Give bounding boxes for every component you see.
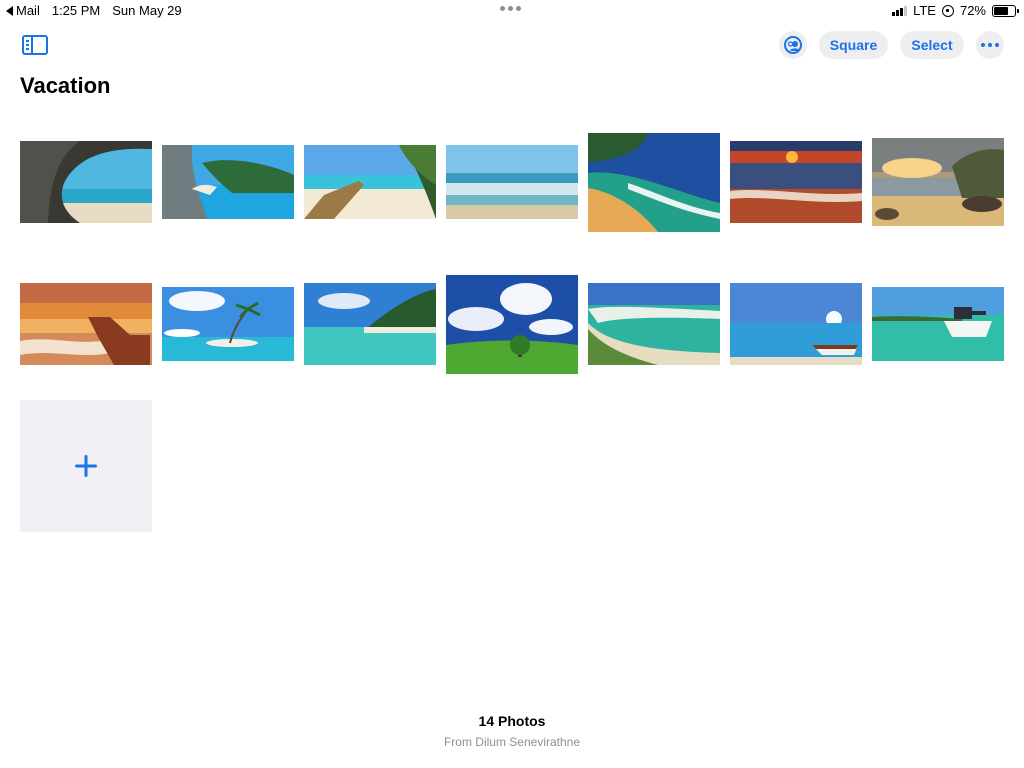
status-bar: Mail 1:25 PM Sun May 29 LTE 72% (0, 0, 1024, 20)
status-right: LTE 72% (892, 3, 1019, 18)
select-button[interactable]: Select (900, 31, 964, 59)
wooden-pier-palms-thumbnail[interactable] (304, 145, 436, 219)
photo-cell[interactable] (872, 270, 1004, 378)
back-arrow-icon (6, 5, 13, 16)
more-button[interactable] (976, 31, 1004, 59)
album-title: Vacation (20, 73, 111, 98)
battery-percent: 72% (959, 3, 986, 18)
sea-cave-beach-thumbnail[interactable] (20, 141, 152, 223)
navagio-shipwreck-cove-thumbnail[interactable] (162, 145, 294, 219)
photo-cell[interactable] (446, 270, 578, 378)
tropical-lagoon-palms-thumbnail[interactable] (304, 283, 436, 365)
add-photos-button[interactable] (20, 400, 152, 532)
green-field-tree-clouds-thumbnail[interactable] (446, 274, 578, 374)
battery-icon (992, 4, 1019, 17)
status-date: Sun May 29 (112, 3, 182, 18)
square-toggle-button[interactable]: Square (819, 31, 888, 59)
curved-white-beach-thumbnail[interactable] (588, 283, 720, 365)
status-left: Mail 1:25 PM Sun May 29 (6, 3, 182, 18)
photo-cell[interactable] (304, 270, 436, 378)
rowboat-blue-sea-thumbnail[interactable] (730, 283, 862, 365)
photo-cell[interactable] (872, 128, 1004, 236)
orange-sunset-rocks-thumbnail[interactable] (20, 283, 152, 365)
shared-album-person-icon (784, 36, 802, 54)
motorboat-clear-water-thumbnail[interactable] (872, 287, 1004, 361)
back-to-mail[interactable]: Mail (6, 3, 40, 18)
palm-islet-blue-sky-thumbnail[interactable] (162, 287, 294, 361)
network-type: LTE (913, 3, 936, 18)
cell-signal-icon (892, 5, 908, 16)
photo-cell[interactable] (20, 128, 152, 236)
sunset-red-waves-thumbnail[interactable] (730, 141, 862, 223)
album-owner: From Dilum Senevirathne (443, 735, 581, 749)
photo-cell[interactable] (162, 270, 294, 378)
sidebar-icon[interactable] (22, 35, 48, 55)
photo-cell[interactable] (304, 128, 436, 236)
photo-cell[interactable] (588, 270, 720, 378)
toolbar-actions: Square Select (779, 31, 1004, 59)
photo-count: 14 Photos (478, 713, 546, 729)
plus-icon (75, 455, 97, 477)
ellipsis-icon (981, 43, 999, 47)
green-cove-beach-thumbnail[interactable] (588, 132, 720, 232)
multitasking-dots-icon[interactable] (500, 6, 521, 11)
status-time: 1:25 PM (51, 3, 101, 18)
shared-album-people-button[interactable] (779, 31, 807, 59)
album-footer: 14 Photos From Dilum Senevirathne (0, 713, 1024, 749)
orientation-lock-icon (941, 4, 954, 17)
photo-cell[interactable] (588, 128, 720, 236)
photo-cell[interactable] (20, 270, 152, 378)
back-app-label: Mail (16, 3, 40, 18)
photo-cell[interactable] (162, 128, 294, 236)
photo-cell[interactable] (730, 270, 862, 378)
photo-cell[interactable] (446, 128, 578, 236)
photo-cell[interactable] (730, 128, 862, 236)
rocky-beach-sunset-thumbnail[interactable] (872, 138, 1004, 226)
ocean-waves-shore-thumbnail[interactable] (446, 145, 578, 219)
